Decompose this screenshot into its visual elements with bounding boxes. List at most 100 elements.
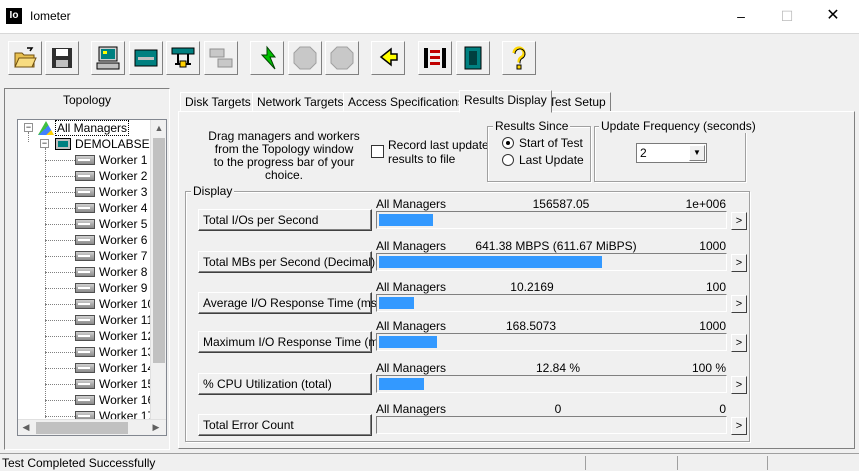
worker-icon: [75, 395, 95, 405]
tree-item-worker[interactable]: Worker 1: [75, 152, 147, 168]
stop-all-button[interactable]: [325, 41, 359, 75]
close-button[interactable]: ✕: [810, 0, 856, 32]
metric-go-button[interactable]: >: [731, 254, 747, 272]
new-network-worker-icon: [134, 49, 158, 67]
tree-item-worker[interactable]: Worker 10: [75, 296, 152, 312]
record-results-label[interactable]: Record last update results to file: [388, 138, 489, 166]
scroll-thumb[interactable]: [153, 138, 165, 363]
tree-item-worker[interactable]: Worker 15: [75, 376, 152, 392]
tab-test-setup[interactable]: Test Setup: [544, 92, 611, 112]
topology-tree[interactable]: − All Managers − DEMOLABSEF Worker 1 Worker 2…: [17, 119, 167, 436]
tree-vertical-scrollbar[interactable]: ▲: [150, 120, 166, 420]
toolbar: [0, 33, 859, 81]
record-results-checkbox[interactable]: [371, 145, 384, 158]
worker-icon: [75, 331, 95, 341]
tree-item-worker[interactable]: Worker 11: [75, 312, 152, 328]
metric-go-button[interactable]: >: [731, 212, 747, 230]
tree-item-worker[interactable]: Worker 3: [75, 184, 147, 200]
tree-item-worker[interactable]: Worker 5: [75, 216, 147, 232]
tree-horizontal-scrollbar[interactable]: ◀ ▶: [18, 419, 166, 435]
tree-item-worker[interactable]: Worker 2: [75, 168, 147, 184]
scroll-right-icon[interactable]: ▶: [148, 419, 164, 435]
stop-test-button[interactable]: [288, 41, 322, 75]
metric-select-button[interactable]: Total I/Os per Second: [198, 209, 372, 231]
about-button[interactable]: [502, 41, 536, 75]
tree-item-worker[interactable]: Worker 7: [75, 248, 147, 264]
radio-last-update[interactable]: [502, 154, 514, 166]
metric-select-button[interactable]: Average I/O Response Time (ms): [198, 292, 381, 314]
metric-bar[interactable]: [376, 416, 727, 434]
metric-go-button[interactable]: >: [731, 295, 747, 313]
maximize-button[interactable]: ☐: [764, 0, 810, 32]
radio-start-of-test-label[interactable]: Start of Test: [519, 136, 583, 150]
collapse-icon[interactable]: −: [24, 123, 33, 132]
scroll-up-icon[interactable]: ▲: [151, 120, 166, 137]
tab-disk-targets[interactable]: Disk Targets: [180, 92, 256, 112]
minimize-button[interactable]: –: [718, 0, 764, 32]
metric-bar[interactable]: [376, 333, 727, 351]
worker-icon: [75, 187, 95, 197]
tree-item-worker[interactable]: Worker 13: [75, 344, 152, 360]
tree-item-worker[interactable]: Worker 8: [75, 264, 147, 280]
collapse-icon[interactable]: −: [40, 139, 49, 148]
tree-label: All Managers: [54, 120, 130, 136]
open-config-button[interactable]: [8, 41, 42, 75]
metric-bar[interactable]: [376, 253, 727, 271]
metric-go-button[interactable]: >: [731, 334, 747, 352]
tree-item-worker[interactable]: Worker 12: [75, 328, 152, 344]
tree-item-worker[interactable]: Worker 6: [75, 232, 147, 248]
metric-select-button[interactable]: Maximum I/O Response Time (ms): [198, 331, 388, 353]
start-test-button[interactable]: [250, 41, 284, 75]
metric-bar[interactable]: [376, 211, 727, 229]
tree-item-worker[interactable]: Worker 4: [75, 200, 147, 216]
computer-icon: [55, 138, 71, 150]
chevron-down-icon[interactable]: ▼: [689, 145, 705, 161]
scroll-left-icon[interactable]: ◀: [18, 419, 34, 435]
metric-select-button[interactable]: Total MBs per Second (Decimal): [198, 251, 375, 273]
metric-max: 100 %: [691, 361, 726, 375]
metric-select-button[interactable]: Total Error Count: [198, 414, 372, 436]
worker-icon: [75, 251, 95, 261]
topology-pane: Topology − All Managers − DEMOLABSEF Worker …: [4, 88, 170, 450]
tab-network-targets[interactable]: Network Targets: [252, 92, 349, 112]
metric-bar[interactable]: [376, 375, 727, 393]
unknown-button[interactable]: [456, 41, 490, 75]
topology-label: Topology: [62, 93, 112, 107]
save-config-button[interactable]: [45, 41, 79, 75]
exit-button[interactable]: [418, 41, 452, 75]
all-managers-icon: [38, 121, 54, 135]
tree-label: Worker 2: [99, 169, 148, 183]
tab-access-specifications[interactable]: Access Specifications: [343, 92, 470, 112]
metric-go-button[interactable]: >: [731, 417, 747, 435]
disconnect-button[interactable]: [204, 41, 238, 75]
status-divider: [585, 456, 586, 470]
tree-item-worker[interactable]: Worker 14: [75, 360, 152, 376]
tree-item-all-managers[interactable]: All Managers: [38, 120, 130, 136]
metric-go-button[interactable]: >: [731, 376, 747, 394]
tree-item-worker[interactable]: Worker 16: [75, 392, 152, 408]
duplicate-worker-button[interactable]: [166, 41, 200, 75]
new-disk-worker-icon: [96, 46, 120, 70]
reset-workers-button[interactable]: [371, 41, 405, 75]
worker-icon: [75, 379, 95, 389]
metric-bar[interactable]: [376, 294, 727, 312]
worker-icon: [75, 347, 95, 357]
worker-icon: [75, 299, 95, 309]
tab-results-display[interactable]: Results Display: [459, 90, 552, 113]
radio-start-of-test[interactable]: [502, 137, 514, 149]
new-disk-worker-button[interactable]: [91, 41, 125, 75]
worker-icon: [75, 283, 95, 293]
update-frequency-value: 2: [640, 146, 647, 160]
tree-item-manager[interactable]: DEMOLABSEF: [55, 136, 152, 152]
worker-icon: [75, 235, 95, 245]
tree-item-worker[interactable]: Worker 9: [75, 280, 147, 296]
radio-last-update-label[interactable]: Last Update: [519, 153, 584, 167]
metric-max: 1000: [699, 319, 726, 333]
new-network-worker-button[interactable]: [129, 41, 163, 75]
app-icon: Io: [6, 8, 22, 24]
drag-text-line: to the progress bar of your choice.: [213, 155, 355, 182]
hscroll-thumb[interactable]: [36, 422, 128, 434]
metric-select-button[interactable]: % CPU Utilization (total): [198, 373, 372, 395]
update-frequency-select[interactable]: 2 ▼: [636, 143, 707, 163]
tree-label: Worker 10: [99, 297, 152, 311]
